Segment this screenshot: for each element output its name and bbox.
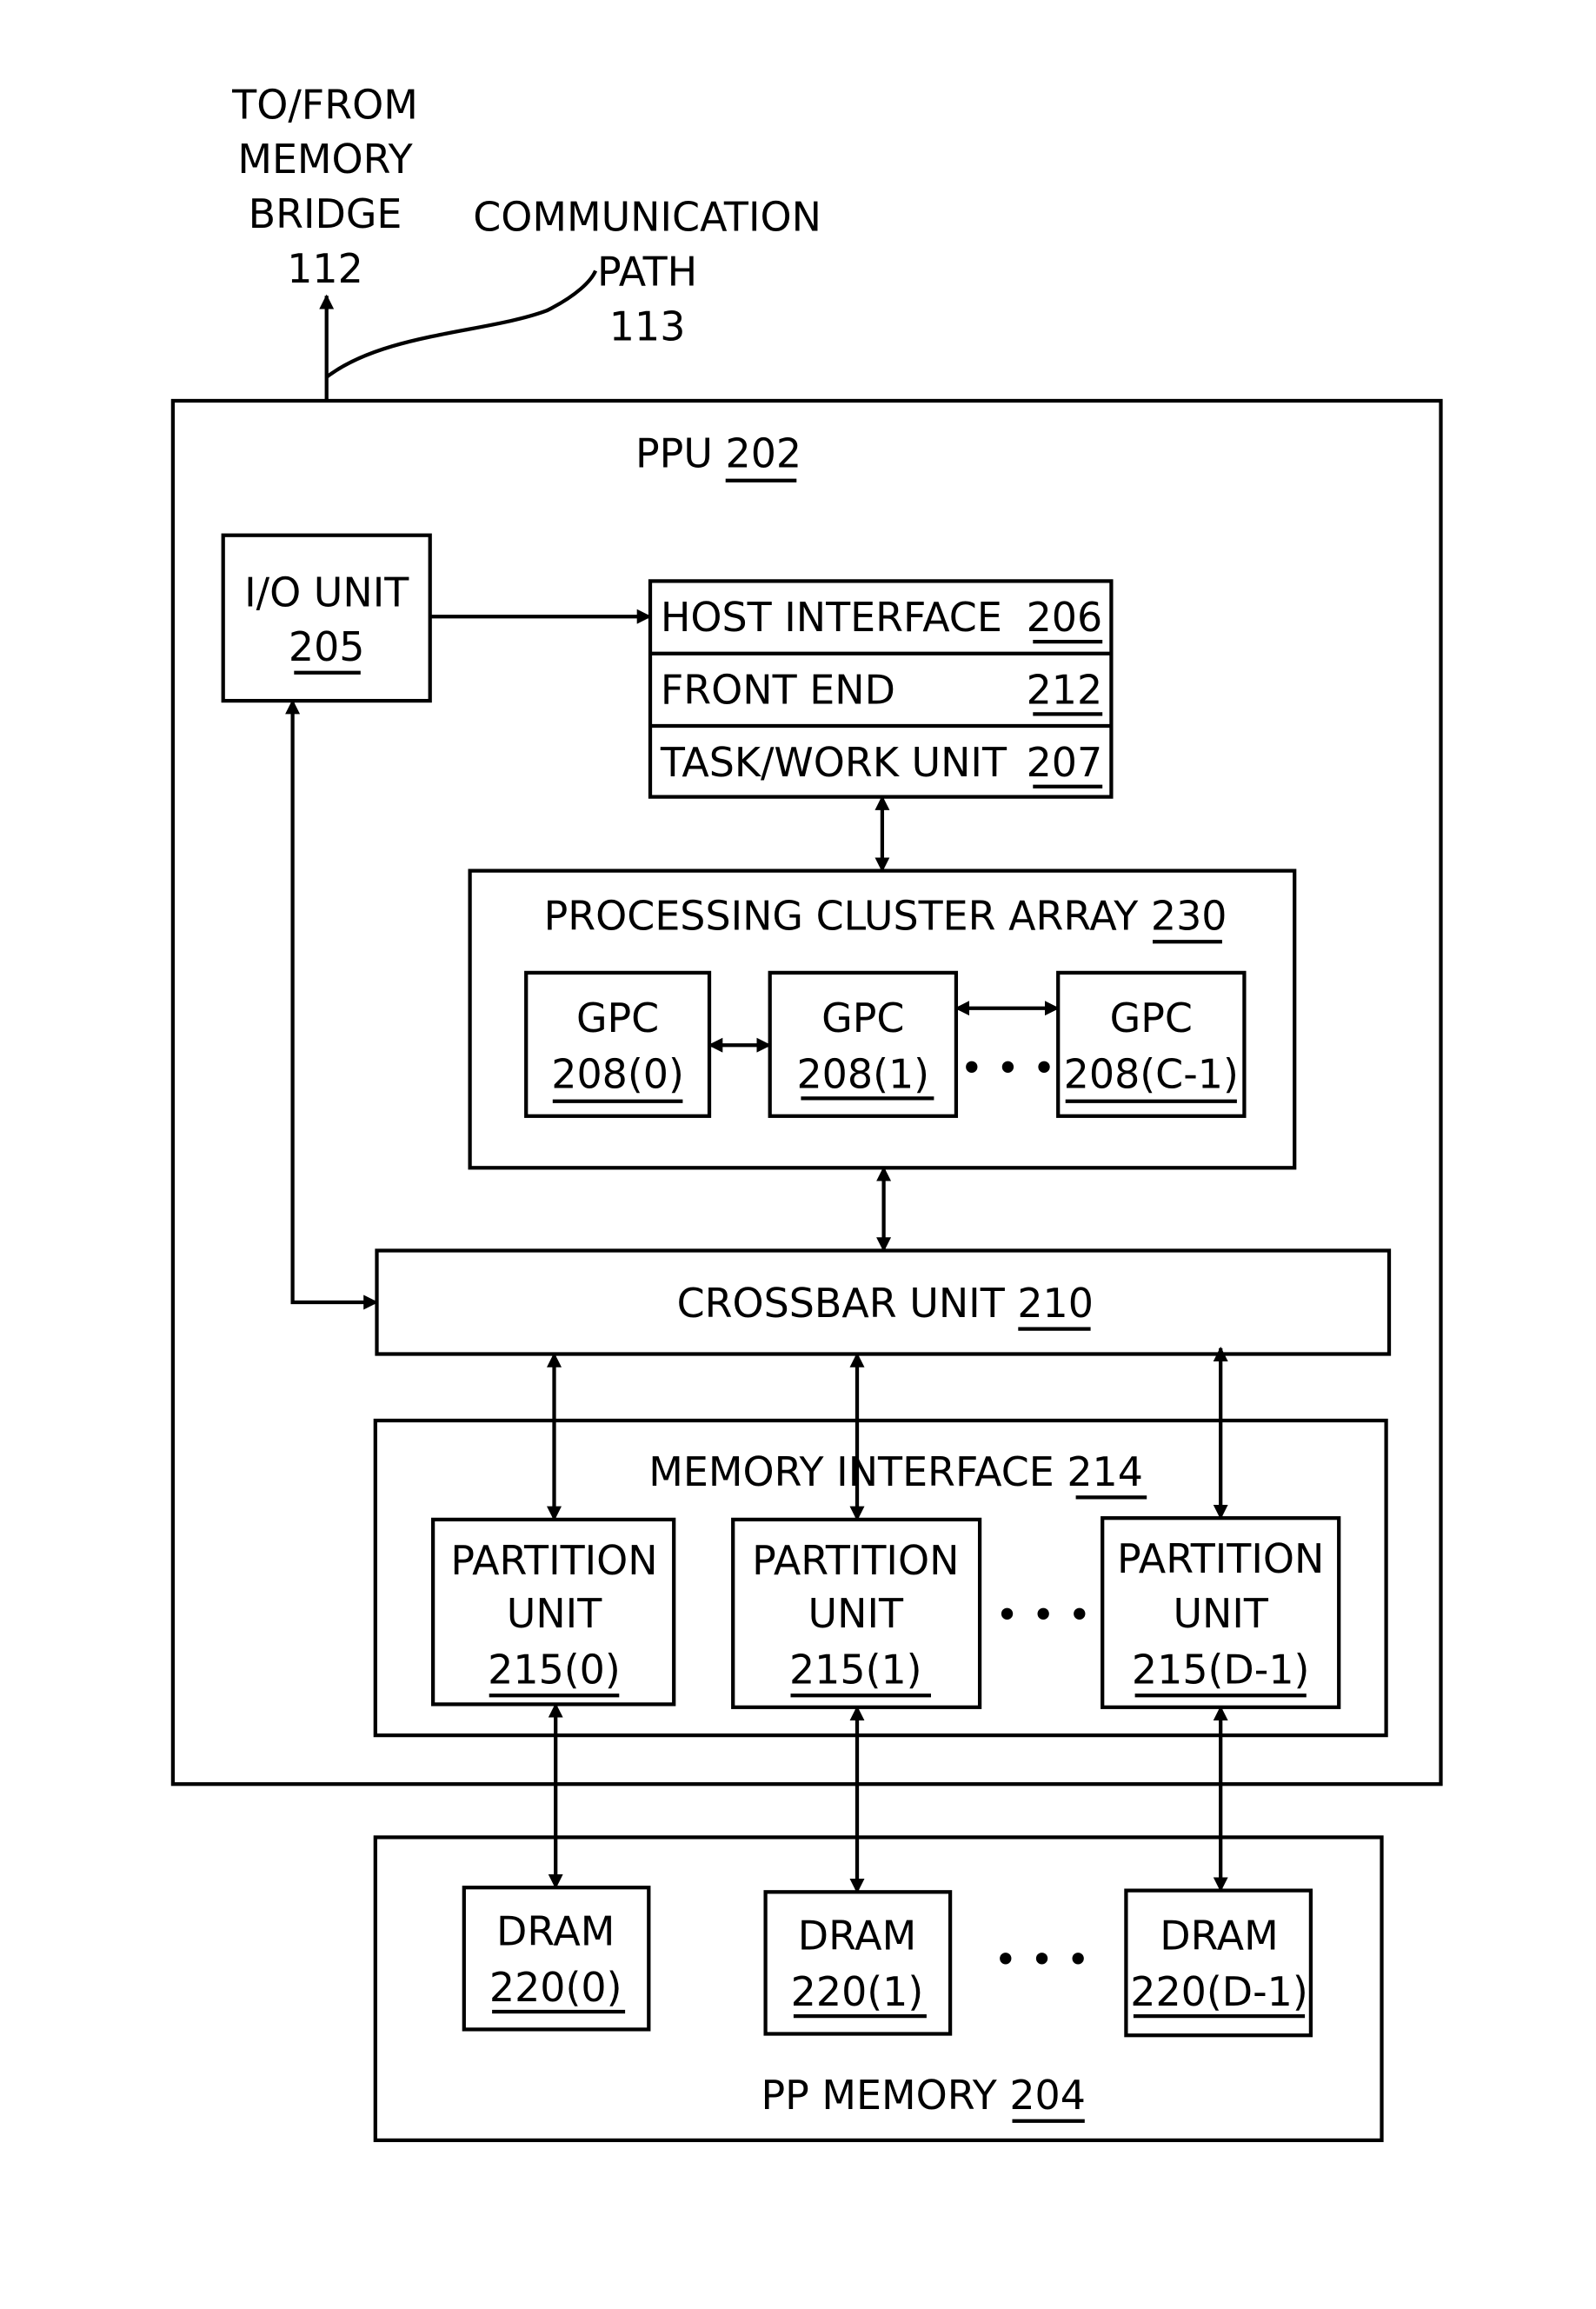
pca-label: PROCESSING CLUSTER ARRAY 230 xyxy=(544,893,1227,940)
svg-text:212: 212 xyxy=(1027,667,1103,714)
dram-ellipsis: • • • xyxy=(994,1936,1089,1983)
gpc-c-1: GPC 208(C-1) xyxy=(1056,970,1247,1118)
svg-text:DRAM: DRAM xyxy=(798,1913,916,1960)
ppu-label: PPU 202 xyxy=(635,429,801,476)
memory-bridge-label: TO/FROM MEMORY BRIDGE 112 xyxy=(231,81,418,292)
svg-text:PARTITION: PARTITION xyxy=(1117,1535,1324,1582)
pp-memory-label: PP MEMORY 204 xyxy=(761,2072,1085,2119)
communication-path-leader xyxy=(325,269,598,379)
svg-text:215(0): 215(0) xyxy=(488,1647,621,1693)
communication-path-label: COMMUNICATION PATH 113 xyxy=(473,194,821,350)
gpc-0: GPC 208(0) xyxy=(524,970,712,1118)
front-end-label: FRONT END xyxy=(661,667,895,714)
svg-text:220(D-1): 220(D-1) xyxy=(1130,1968,1308,2015)
dram-d-1: DRAM 220(D-1) xyxy=(1124,1888,1313,2038)
svg-text:DRAM: DRAM xyxy=(1160,1913,1278,1960)
memory-interface-label: MEMORY INTERFACE 214 xyxy=(648,1448,1143,1495)
partition-0: PARTITION UNIT 215(0) xyxy=(430,1517,676,1707)
svg-text:215(1): 215(1) xyxy=(789,1647,922,1693)
svg-text:UNIT: UNIT xyxy=(507,1590,602,1637)
svg-text:COMMUNICATION: COMMUNICATION xyxy=(473,194,821,241)
svg-text:206: 206 xyxy=(1027,594,1103,641)
crossbar-label: CROSSBAR UNIT 210 xyxy=(677,1280,1094,1327)
partition-ellipsis: • • • xyxy=(995,1592,1091,1639)
io-unit-ref: 205 xyxy=(289,623,365,670)
io-unit-label: I/O UNIT xyxy=(244,569,409,616)
svg-text:112: 112 xyxy=(287,245,363,292)
svg-text:208(C-1): 208(C-1) xyxy=(1064,1051,1239,1098)
svg-text:208(1): 208(1) xyxy=(796,1051,929,1098)
task-work-unit-label: TASK/WORK UNIT xyxy=(660,739,1007,786)
dram-1: DRAM 220(1) xyxy=(763,1890,953,2036)
ppu-block-diagram: TO/FROM MEMORY BRIDGE 112 COMMUNICATION … xyxy=(170,81,1443,2143)
svg-text:UNIT: UNIT xyxy=(1173,1590,1268,1637)
svg-text:GPC: GPC xyxy=(576,995,659,1041)
svg-text:TO/FROM: TO/FROM xyxy=(231,81,418,128)
gpc-1: GPC 208(1) xyxy=(768,970,959,1118)
svg-text:MEMORY: MEMORY xyxy=(237,136,413,183)
partition-d-1: PARTITION UNIT 215(D-1) xyxy=(1101,1516,1341,1709)
svg-text:220(1): 220(1) xyxy=(791,1968,924,2015)
dram-0: DRAM 220(0) xyxy=(462,1886,651,2032)
svg-text:DRAM: DRAM xyxy=(496,1907,615,1954)
svg-text:GPC: GPC xyxy=(1110,995,1193,1041)
svg-text:215(D-1): 215(D-1) xyxy=(1132,1647,1310,1693)
gpc-ellipsis: • • • xyxy=(960,1045,1055,1092)
svg-text:220(0): 220(0) xyxy=(489,1964,622,2011)
svg-text:GPC: GPC xyxy=(821,995,904,1041)
svg-text:208(0): 208(0) xyxy=(551,1051,684,1098)
partition-1: PARTITION UNIT 215(1) xyxy=(731,1517,982,1709)
io-unit-box xyxy=(221,533,432,703)
svg-text:PATH: PATH xyxy=(597,248,697,295)
svg-text:UNIT: UNIT xyxy=(808,1590,904,1637)
svg-text:113: 113 xyxy=(609,303,686,349)
svg-text:BRIDGE: BRIDGE xyxy=(249,190,402,237)
host-interface-label: HOST INTERFACE xyxy=(661,594,1002,641)
svg-text:207: 207 xyxy=(1027,739,1103,786)
svg-text:PARTITION: PARTITION xyxy=(450,1537,657,1584)
svg-text:PARTITION: PARTITION xyxy=(752,1537,959,1584)
